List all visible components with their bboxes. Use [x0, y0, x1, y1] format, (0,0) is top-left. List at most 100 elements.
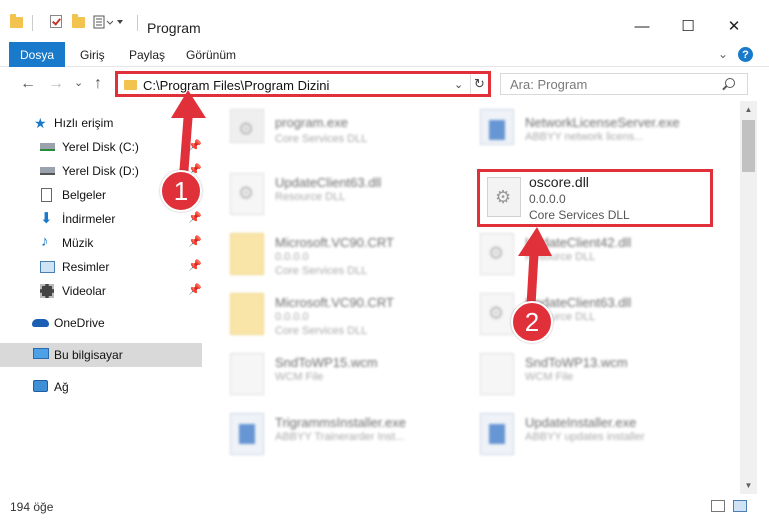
tab-paylas[interactable]: Paylaş [129, 48, 165, 62]
customize-toolbar-icon[interactable] [93, 14, 123, 30]
new-folder-icon[interactable] [72, 14, 85, 28]
videos-icon [40, 284, 54, 298]
file-description: ABBYY Trainerarder Inst... [275, 431, 405, 443]
file-description: Core Services DLL [275, 133, 368, 145]
sidebar-item-label: Hızlı erişim [54, 116, 114, 130]
search-input[interactable]: Ara: Program [500, 73, 748, 95]
list-item[interactable]: program.exe Core Services DLL [205, 105, 445, 159]
list-item[interactable]: SndToWP13.wcm WCM File [455, 345, 695, 399]
list-item[interactable]: SndToWP15.wcm WCM File [205, 345, 445, 399]
file-description: WCM File [275, 371, 324, 383]
recent-locations-dropdown[interactable]: ⌄ [74, 76, 83, 89]
address-path[interactable]: C:\Program Files\Program Dizini [143, 78, 329, 93]
sidebar-item-network[interactable]: Ağ [0, 375, 202, 399]
folder-icon [124, 80, 137, 90]
item-count: 194 öğe [10, 500, 54, 514]
sidebar-item-onedrive[interactable]: OneDrive [0, 311, 202, 335]
file-name: SndToWP13.wcm [525, 355, 628, 370]
sidebar-item-label: Yerel Disk (D:) [62, 164, 139, 178]
list-item[interactable]: UpdateClient42.dll Resource DLL [455, 225, 695, 279]
status-bar: 194 öğe [0, 494, 769, 529]
list-item[interactable]: UpdateClient63.dll Resource DLL [205, 165, 445, 219]
file-list: program.exe Core Services DLL UpdateClie… [205, 101, 740, 494]
file-name: UpdateClient63.dll [275, 175, 382, 190]
tab-giris[interactable]: Giriş [80, 48, 105, 62]
file-description: Core Services DLL [529, 208, 630, 222]
sidebar-item-label: Ağ [54, 380, 69, 394]
sidebar-item-label: Resimler [62, 260, 110, 274]
help-icon[interactable]: ? [738, 47, 753, 62]
back-button[interactable]: ← [20, 75, 36, 93]
folder-icon [230, 233, 264, 275]
file-icon [480, 353, 514, 395]
folder-icon [230, 293, 264, 335]
list-item[interactable]: Microsoft.VC90.CRT 0.0.0.0 Core Services… [205, 285, 445, 339]
sidebar-item-local-disk-c[interactable]: Yerel Disk (C:) 📌 [0, 135, 202, 159]
dll-icon [480, 293, 514, 335]
file-name: TrigrammsInstaller.exe [275, 415, 406, 430]
navigation-pane: ★ Hızlı erişim Yerel Disk (C:) 📌 Yerel D… [0, 101, 205, 494]
up-button[interactable]: ↑ [94, 75, 102, 93]
list-item[interactable]: UpdateClient63.dll Resource DLL [455, 285, 695, 339]
file-name: program.exe [275, 115, 348, 130]
file-description: Resource DLL [525, 251, 596, 263]
music-icon: ♪ [41, 233, 49, 250]
pin-icon[interactable]: 📌 [188, 139, 202, 152]
address-row: ← → ⌄ ↑ C:\Program Files\Program Dizini … [0, 67, 769, 101]
exe-icon [230, 109, 264, 143]
drive-icon [40, 167, 55, 175]
file-description: ABBYY updates installer [525, 431, 645, 443]
sidebar-item-quick-access[interactable]: ★ Hızlı erişim [0, 111, 202, 135]
address-dropdown-icon[interactable]: ⌄ [454, 78, 463, 91]
file-description: Core Services DLL [275, 325, 368, 337]
file-name: oscore.dll [529, 174, 589, 190]
sidebar-item-label: Yerel Disk (C:) [62, 140, 139, 154]
pin-icon[interactable]: 📌 [188, 259, 202, 272]
scroll-thumb[interactable] [742, 120, 755, 172]
title-divider [32, 15, 33, 31]
highlighted-file-oscore-dll[interactable]: oscore.dll 0.0.0.0 Core Services DLL [477, 169, 713, 227]
list-item[interactable]: NetworkLicenseServer.exe ABBYY network l… [455, 105, 695, 159]
sidebar-item-downloads[interactable]: ⬇ İndirmeler 📌 [0, 207, 202, 231]
tab-gorunum[interactable]: Görünüm [186, 48, 236, 62]
expand-ribbon-icon[interactable]: ⌄ [718, 47, 728, 61]
file-description: ABBYY network licens... [525, 131, 644, 143]
refresh-button[interactable]: ↻ [470, 74, 488, 94]
setup-icon [480, 413, 514, 455]
vertical-scrollbar[interactable]: ▲ ▼ [740, 101, 757, 494]
pin-icon[interactable]: 📌 [188, 283, 202, 296]
sidebar-item-label: Müzik [62, 236, 94, 250]
pictures-icon [40, 261, 55, 273]
details-view-icon[interactable] [711, 500, 725, 512]
list-item[interactable]: TrigrammsInstaller.exe ABBYY Trainerarde… [205, 405, 445, 459]
address-bar[interactable]: C:\Program Files\Program Dizini ⌄ ↻ [115, 71, 491, 97]
tab-dosya[interactable]: Dosya [9, 42, 65, 67]
sidebar-item-music[interactable]: ♪ Müzik 📌 [0, 231, 202, 255]
sidebar-item-pictures[interactable]: Resimler 📌 [0, 255, 202, 279]
sidebar-item-videos[interactable]: Videolar 📌 [0, 279, 202, 303]
list-item[interactable]: Microsoft.VC90.CRT 0.0.0.0 Core Services… [205, 225, 445, 279]
maximize-button[interactable]: ☐ [665, 10, 711, 42]
sidebar-item-this-pc[interactable]: Bu bilgisayar [0, 343, 202, 367]
search-icon[interactable] [725, 78, 735, 88]
dll-icon [480, 233, 514, 275]
file-version: 0.0.0.0 [529, 192, 566, 206]
search-placeholder: Ara: Program [510, 77, 588, 92]
file-version: 0.0.0.0 [275, 251, 309, 263]
list-item[interactable]: UpdateInstaller.exe ABBYY updates instal… [455, 405, 695, 459]
file-icon [230, 353, 264, 395]
scroll-down-button[interactable]: ▼ [740, 477, 757, 494]
minimize-button[interactable]: — [619, 10, 665, 42]
scroll-up-button[interactable]: ▲ [740, 101, 757, 118]
close-button[interactable]: ✕ [711, 10, 757, 42]
sidebar-item-label: Belgeler [62, 188, 107, 202]
properties-icon[interactable] [50, 15, 62, 28]
setup-icon [230, 413, 264, 455]
large-icons-view-icon[interactable] [733, 500, 747, 512]
file-description: Core Services DLL [275, 265, 368, 277]
star-icon: ★ [34, 115, 47, 131]
pin-icon[interactable]: 📌 [188, 235, 202, 248]
pin-icon[interactable]: 📌 [188, 211, 202, 224]
forward-button[interactable]: → [48, 75, 64, 93]
file-description: WCM File [525, 371, 574, 383]
